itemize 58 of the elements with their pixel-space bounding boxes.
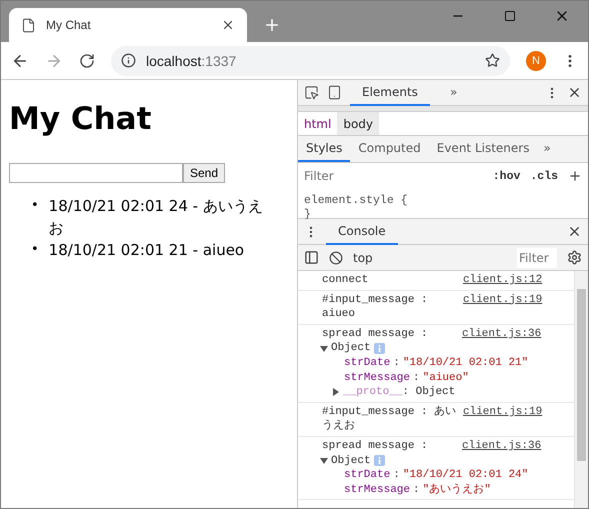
object-label: Object: [331, 454, 371, 468]
close-icon[interactable]: [567, 85, 582, 100]
tab-title: My Chat: [46, 18, 92, 32]
more-tabs[interactable]: »: [438, 80, 470, 106]
styles-tab[interactable]: Computed: [350, 136, 429, 162]
console-message: #input_message : あいうえお: [322, 404, 458, 434]
info-icon[interactable]: [121, 53, 136, 68]
info-badge-icon: [374, 455, 385, 466]
breadcrumb[interactable]: body: [337, 112, 380, 135]
expanded-caret-icon[interactable]: [320, 344, 328, 353]
address-bar[interactable]: localhost:1337: [111, 46, 510, 76]
new-tab-icon[interactable]: [263, 16, 281, 34]
bullet: •: [31, 241, 39, 259]
console-message: spread message :: [322, 326, 429, 342]
more-tabs[interactable]: »: [537, 136, 557, 162]
star-icon[interactable]: [485, 53, 500, 68]
scrollbar[interactable]: [574, 271, 588, 508]
object-property: strDate : "18/10/21 02:01 24": [343, 468, 530, 483]
browser-tab[interactable]: My Chat: [9, 8, 247, 42]
console-filter-field[interactable]: Filter: [517, 248, 557, 268]
object-property: strDate : "18/10/21 02:01 21": [343, 356, 530, 371]
hov-toggle[interactable]: :hov: [492, 170, 520, 182]
object-property: strMessage : "aiueo": [343, 370, 470, 386]
inspect-icon[interactable]: [304, 85, 319, 100]
styles-tab[interactable]: Event Listeners: [428, 136, 538, 162]
styles-tab[interactable]: Styles: [298, 136, 350, 162]
style-rule-text: element.style {: [304, 194, 408, 207]
add-rule-icon[interactable]: [568, 169, 582, 183]
expanded-caret-icon[interactable]: [320, 456, 328, 465]
source-link[interactable]: client.js:36: [462, 326, 542, 342]
object-label: Object: [331, 341, 371, 356]
context-selector[interactable]: top: [353, 250, 503, 264]
bullet: •: [31, 197, 39, 215]
source-link[interactable]: client.js:19: [463, 404, 542, 434]
chat-message: 18/10/21 02:01 21 - aiueo: [48, 240, 244, 261]
reload-icon[interactable]: [79, 52, 95, 68]
page-title: My Chat: [9, 101, 152, 137]
source-link[interactable]: client.js:19: [463, 292, 542, 322]
collapsed-caret-icon[interactable]: [332, 388, 340, 396]
cls-toggle[interactable]: .cls: [530, 170, 558, 182]
info-badge-icon: [374, 343, 385, 354]
console-message: spread message :: [322, 438, 429, 454]
object-property: __proto__: Object: [343, 385, 456, 400]
console-message: connect: [322, 273, 370, 288]
close-tab-icon[interactable]: [221, 18, 235, 32]
console-message: #input_message : aiueo: [322, 292, 429, 322]
object-property: strMessage : "あいうえお": [343, 482, 492, 498]
send-button[interactable]: Send: [183, 163, 226, 183]
source-link[interactable]: client.js:36: [462, 438, 542, 454]
chat-message: 18/10/21 02:01 24 - あいうえお: [48, 196, 264, 239]
settings-icon[interactable]: [567, 250, 582, 265]
close-icon[interactable]: [567, 224, 582, 239]
message-input[interactable]: [9, 163, 183, 183]
source-link[interactable]: client.js:12: [463, 273, 542, 288]
device-icon[interactable]: [327, 85, 342, 100]
clear-console-icon[interactable]: [329, 250, 343, 264]
page-icon: [21, 18, 36, 32]
sidebar-icon[interactable]: [304, 250, 319, 265]
